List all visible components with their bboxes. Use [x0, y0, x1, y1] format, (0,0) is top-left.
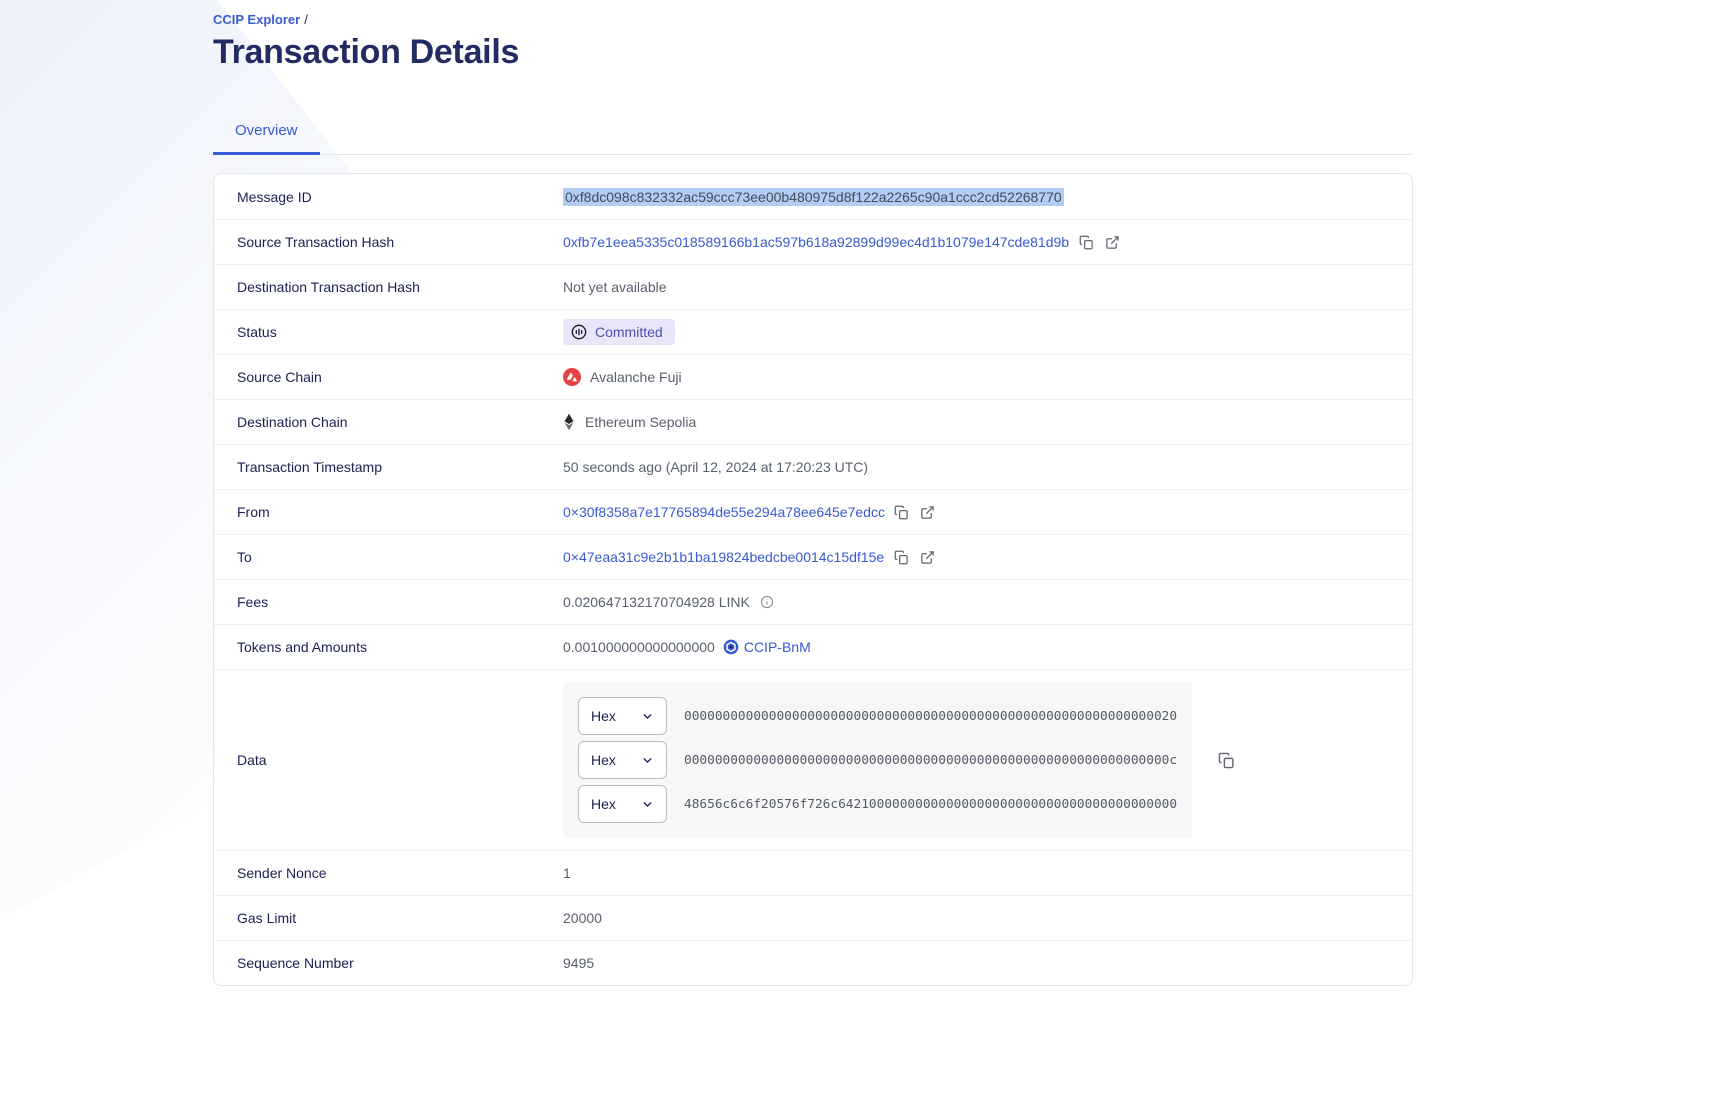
fees-label: Fees	[237, 594, 563, 610]
external-link-icon[interactable]	[918, 548, 936, 566]
sequence-number-label: Sequence Number	[237, 955, 563, 971]
gas-limit-label: Gas Limit	[237, 910, 563, 926]
encoding-select[interactable]: Hex	[578, 785, 667, 823]
external-link-icon[interactable]	[1103, 233, 1121, 251]
transaction-details-card: Message ID 0xf8dc098c832332ac59ccc73ee00…	[213, 173, 1413, 986]
chevron-down-icon	[641, 710, 654, 723]
from-address-link[interactable]: 0×30f8358a7e17765894de55e294a78ee645e7ed…	[563, 504, 885, 520]
dest-chain-label: Destination Chain	[237, 414, 563, 430]
main-content: CCIP Explorer / Transaction Details Overv…	[213, 0, 1413, 986]
encoding-select[interactable]: Hex	[578, 697, 667, 735]
chevron-down-icon	[641, 798, 654, 811]
fees-value: 0.020647132170704928 LINK	[563, 594, 750, 610]
breadcrumb: CCIP Explorer /	[213, 12, 1413, 27]
copy-icon[interactable]	[1077, 233, 1095, 251]
token-amount: 0.001000000000000000	[563, 639, 715, 655]
sender-nonce-label: Sender Nonce	[237, 865, 563, 881]
avalanche-icon	[563, 368, 581, 386]
to-address-link[interactable]: 0×47eaa31c9e2b1b1ba19824bedcbe0014c15df1…	[563, 549, 884, 565]
to-label: To	[237, 549, 563, 565]
breadcrumb-ccip-explorer-link[interactable]: CCIP Explorer	[213, 12, 300, 27]
table-row-from: From 0×30f8358a7e17765894de55e294a78ee64…	[214, 489, 1412, 534]
copy-icon[interactable]	[893, 503, 911, 521]
data-hex-line: 0000000000000000000000000000000000000000…	[684, 753, 1177, 768]
ccip-bnm-token-icon	[723, 639, 739, 655]
dest-tx-hash-value: Not yet available	[563, 279, 1412, 295]
table-row-timestamp: Transaction Timestamp 50 seconds ago (Ap…	[214, 444, 1412, 489]
breadcrumb-separator: /	[304, 12, 308, 27]
table-row-data: Data Hex 0000000000000000000000000000000…	[214, 669, 1412, 850]
info-icon[interactable]	[758, 593, 776, 611]
status-label: Status	[237, 324, 563, 340]
table-row-dest-tx-hash: Destination Transaction Hash Not yet ava…	[214, 264, 1412, 309]
dest-chain-value: Ethereum Sepolia	[585, 414, 696, 430]
source-tx-hash-label: Source Transaction Hash	[237, 234, 563, 250]
sender-nonce-value: 1	[563, 865, 1412, 881]
table-row-message-id: Message ID 0xf8dc098c832332ac59ccc73ee00…	[214, 174, 1412, 219]
ethereum-icon	[563, 413, 576, 431]
sequence-number-value: 9495	[563, 955, 1412, 971]
table-row-source-tx-hash: Source Transaction Hash 0xfb7e1eea5335c0…	[214, 219, 1412, 264]
chevron-down-icon	[641, 754, 654, 767]
tab-bar: Overview	[213, 112, 1413, 155]
data-line: Hex 48656c6c6f20576f726c6421000000000000…	[578, 785, 1177, 823]
from-label: From	[237, 504, 563, 520]
encoding-select[interactable]: Hex	[578, 741, 667, 779]
data-hex-line: 48656c6c6f20576f726c64210000000000000000…	[684, 797, 1177, 812]
timestamp-label: Transaction Timestamp	[237, 459, 563, 475]
encoding-select-value: Hex	[591, 796, 616, 812]
status-badge: Committed	[563, 319, 675, 345]
table-row-source-chain: Source Chain Avalanche Fuji	[214, 354, 1412, 399]
table-row-tokens: Tokens and Amounts 0.001000000000000000 …	[214, 624, 1412, 669]
encoding-select-value: Hex	[591, 752, 616, 768]
table-row-status: Status Committed	[214, 309, 1412, 354]
external-link-icon[interactable]	[919, 503, 937, 521]
table-row-sequence-number: Sequence Number 9495	[214, 940, 1412, 985]
data-line: Hex 000000000000000000000000000000000000…	[578, 741, 1177, 779]
tokens-label: Tokens and Amounts	[237, 639, 563, 655]
status-badge-text: Committed	[595, 324, 663, 340]
table-row-fees: Fees 0.020647132170704928 LINK	[214, 579, 1412, 624]
table-row-gas-limit: Gas Limit 20000	[214, 895, 1412, 940]
data-label: Data	[237, 752, 563, 768]
copy-icon[interactable]	[892, 548, 910, 566]
message-id-label: Message ID	[237, 189, 563, 205]
committed-status-icon	[571, 324, 587, 340]
data-hex-line: 0000000000000000000000000000000000000000…	[684, 709, 1177, 724]
encoding-select-value: Hex	[591, 708, 616, 724]
gas-limit-value: 20000	[563, 910, 1412, 926]
token-name: CCIP-BnM	[744, 639, 811, 655]
page-title: Transaction Details	[213, 33, 1413, 72]
data-hex-panel: Hex 000000000000000000000000000000000000…	[563, 682, 1192, 838]
data-line: Hex 000000000000000000000000000000000000…	[578, 697, 1177, 735]
timestamp-value: 50 seconds ago (April 12, 2024 at 17:20:…	[563, 459, 1412, 475]
source-tx-hash-link[interactable]: 0xfb7e1eea5335c018589166b1ac597b618a9289…	[563, 234, 1069, 250]
tab-overview[interactable]: Overview	[213, 112, 320, 155]
copy-icon[interactable]	[1217, 751, 1235, 769]
table-row-to: To 0×47eaa31c9e2b1b1ba19824bedcbe0014c15…	[214, 534, 1412, 579]
table-row-dest-chain: Destination Chain Ethereum Sepolia	[214, 399, 1412, 444]
token-link[interactable]: CCIP-BnM	[723, 639, 811, 655]
source-chain-label: Source Chain	[237, 369, 563, 385]
source-chain-value: Avalanche Fuji	[590, 369, 682, 385]
table-row-sender-nonce: Sender Nonce 1	[214, 850, 1412, 895]
message-id-value[interactable]: 0xf8dc098c832332ac59ccc73ee00b480975d8f1…	[563, 188, 1064, 206]
dest-tx-hash-label: Destination Transaction Hash	[237, 279, 563, 295]
